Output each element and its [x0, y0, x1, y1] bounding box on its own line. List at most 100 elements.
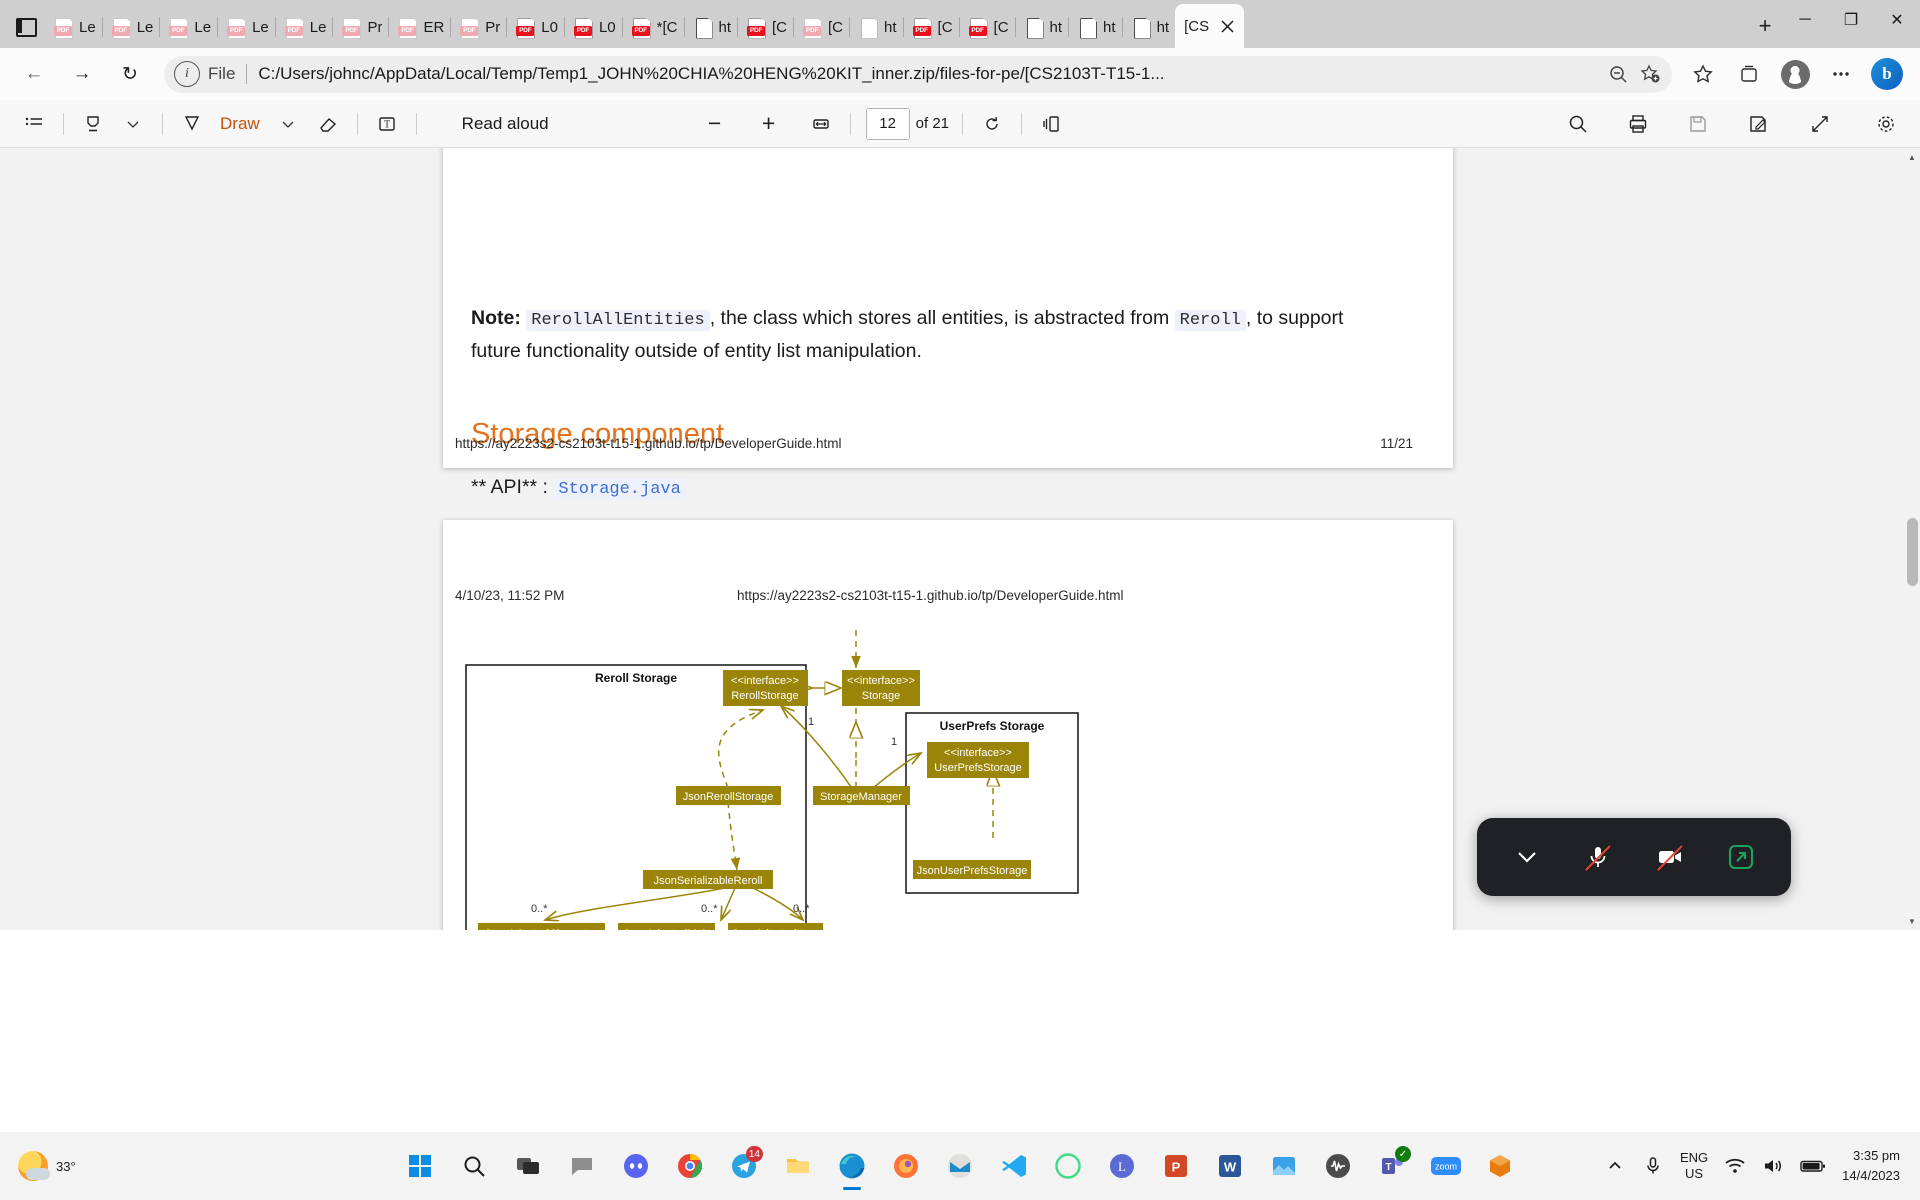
save-as-icon[interactable]: [1740, 106, 1776, 142]
fullscreen-icon[interactable]: [1802, 106, 1838, 142]
vertical-scrollbar[interactable]: ▲ ▼: [1904, 148, 1920, 930]
add-favorite-icon[interactable]: [1634, 58, 1666, 90]
browser-tab[interactable]: ht: [849, 6, 903, 48]
browser-tab[interactable]: [C: [793, 6, 849, 48]
highlighter-dropdown-icon[interactable]: [115, 106, 151, 142]
show-hidden-icons-icon[interactable]: [1598, 1144, 1632, 1188]
zoom-out-button[interactable]: −: [697, 106, 733, 142]
url-text[interactable]: C:/Users/johnc/AppData/Local/Temp/Temp1_…: [258, 64, 1602, 84]
camera-off-icon[interactable]: [1646, 833, 1694, 881]
save-icon[interactable]: [1680, 106, 1716, 142]
rotate-icon[interactable]: [974, 106, 1010, 142]
new-tab-button[interactable]: +: [1748, 9, 1782, 43]
browser-tab[interactable]: Pr: [450, 6, 506, 48]
browser-tab[interactable]: Le: [159, 6, 217, 48]
microphone-muted-icon[interactable]: [1574, 833, 1622, 881]
zoom-out-icon[interactable]: [1602, 58, 1634, 90]
draw-pen-icon[interactable]: [174, 106, 210, 142]
browser-tab[interactable]: Le: [217, 6, 275, 48]
browser-tab[interactable]: Le: [274, 6, 333, 48]
table-of-contents-icon[interactable]: [16, 106, 52, 142]
print-icon[interactable]: [1620, 106, 1656, 142]
browser-tab[interactable]: [C: [958, 6, 1015, 48]
word-button[interactable]: W: [1205, 1141, 1255, 1191]
address-bar[interactable]: i File C:/Users/johnc/AppData/Local/Temp…: [164, 55, 1672, 93]
more-options-icon[interactable]: [1821, 54, 1861, 94]
file-explorer-button[interactable]: [773, 1141, 823, 1191]
battery-icon[interactable]: [1794, 1144, 1832, 1188]
chrome-button[interactable]: [665, 1141, 715, 1191]
firefox-button[interactable]: [881, 1141, 931, 1191]
add-text-icon[interactable]: T: [369, 106, 405, 142]
site-info-icon[interactable]: i: [174, 61, 200, 87]
forward-button[interactable]: →: [63, 55, 101, 93]
close-window-button[interactable]: ✕: [1874, 0, 1920, 40]
open-in-new-icon[interactable]: [1717, 833, 1765, 881]
browser-tab[interactable]: *[C: [621, 6, 684, 48]
eraser-icon[interactable]: [310, 106, 346, 142]
browser-tab[interactable]: ER: [388, 6, 450, 48]
pdf-document-viewport[interactable]: Note: RerollAllEntities, the class which…: [0, 148, 1920, 930]
browser-tab[interactable]: Pr: [332, 6, 388, 48]
browser-tab[interactable]: ht: [1014, 6, 1069, 48]
vscode-button[interactable]: [989, 1141, 1039, 1191]
zoom-button[interactable]: zoom: [1421, 1141, 1471, 1191]
copilot-icon[interactable]: b: [1867, 54, 1907, 94]
scrollbar-thumb[interactable]: [1907, 518, 1918, 586]
browser-tab[interactable]: Le: [101, 6, 160, 48]
browser-tab[interactable]: [C: [737, 6, 793, 48]
browser-tab[interactable]: ht: [1121, 6, 1176, 48]
browser-tab[interactable]: [C: [902, 6, 959, 48]
thunderbird-button[interactable]: [935, 1141, 985, 1191]
scroll-up-arrow-icon[interactable]: ▲: [1904, 148, 1920, 166]
profile-avatar[interactable]: [1775, 54, 1815, 94]
page-number-input[interactable]: 12: [865, 107, 910, 140]
browser-tab[interactable]: [CS: [1175, 4, 1245, 48]
highlighter-icon[interactable]: [75, 106, 111, 142]
browser-tab[interactable]: L0: [563, 6, 622, 48]
draw-dropdown-icon[interactable]: [270, 106, 306, 142]
start-button[interactable]: [395, 1141, 445, 1191]
draw-label[interactable]: Draw: [212, 114, 268, 134]
intellij-button[interactable]: [1043, 1141, 1093, 1191]
powerpoint-button[interactable]: P: [1151, 1141, 1201, 1191]
teams-button[interactable]: T ✓: [1367, 1141, 1417, 1191]
maximize-button[interactable]: ❐: [1828, 0, 1874, 40]
page-view-icon[interactable]: [1033, 106, 1069, 142]
close-tab-icon[interactable]: [1214, 13, 1240, 39]
discord-button[interactable]: [611, 1141, 661, 1191]
browser-tab[interactable]: L0: [506, 6, 564, 48]
search-button[interactable]: [449, 1141, 499, 1191]
browser-tab[interactable]: ht: [683, 6, 738, 48]
photos-button[interactable]: [1259, 1141, 1309, 1191]
tab-actions-icon[interactable]: [4, 5, 44, 45]
minimize-button[interactable]: ─: [1782, 0, 1828, 40]
collections-icon[interactable]: [1729, 54, 1769, 94]
settings-gear-icon[interactable]: [1868, 106, 1904, 142]
edge-button[interactable]: [827, 1141, 877, 1191]
taskbar-clock[interactable]: 3:35 pm 14/4/2023: [1836, 1146, 1910, 1186]
audacity-button[interactable]: [1313, 1141, 1363, 1191]
reload-button[interactable]: ↻: [111, 55, 149, 93]
favorites-icon[interactable]: [1683, 54, 1723, 94]
zoom-in-button[interactable]: +: [751, 106, 787, 142]
read-aloud-label[interactable]: Read aloud: [454, 114, 557, 134]
blender-button[interactable]: [1475, 1141, 1525, 1191]
telegram-button[interactable]: 14: [719, 1141, 769, 1191]
volume-icon[interactable]: [1756, 1144, 1790, 1188]
fit-to-width-icon[interactable]: [803, 106, 839, 142]
language-indicator[interactable]: ENG US: [1674, 1144, 1714, 1188]
browser-tab[interactable]: ht: [1068, 6, 1122, 48]
wifi-icon[interactable]: [1718, 1144, 1752, 1188]
clock-time: 3:35 pm: [1853, 1148, 1900, 1163]
search-icon[interactable]: [1560, 106, 1596, 142]
scroll-down-arrow-icon[interactable]: ▼: [1904, 912, 1920, 930]
back-button[interactable]: ←: [15, 55, 53, 93]
task-view-button[interactable]: [503, 1141, 553, 1191]
weather-widget[interactable]: 33°: [8, 1140, 158, 1192]
chat-button[interactable]: [557, 1141, 607, 1191]
browser-tab[interactable]: Le: [44, 6, 102, 48]
microphone-icon[interactable]: [1636, 1144, 1670, 1188]
chevron-down-icon[interactable]: [1503, 833, 1551, 881]
luminar-button[interactable]: L: [1097, 1141, 1147, 1191]
